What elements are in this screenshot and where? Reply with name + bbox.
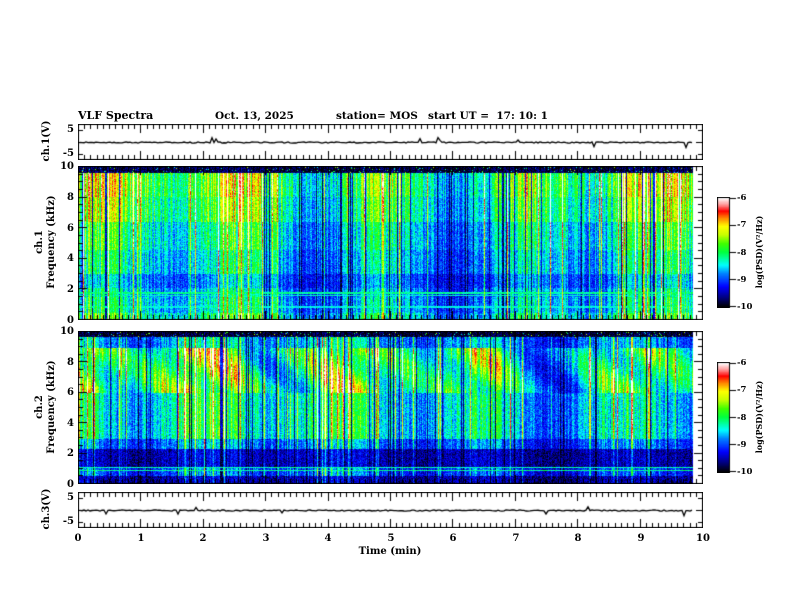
start-ut-label: start UT = 17: 10: 1 — [428, 110, 548, 122]
spec1-freq-tick-4: 4 — [67, 253, 74, 264]
spec2-freq-tick-8: 8 — [67, 357, 74, 368]
spec1-freq-tick-2: 2 — [67, 284, 74, 295]
time-tick-3: 3 — [262, 533, 270, 544]
cbar1-axis-title: log(PSD)(V²/Hz) — [754, 215, 764, 289]
ch1-frequency-axis-title: ch.1 Frequency (kHz) — [34, 162, 58, 322]
ch3-volt-tick-neg5: -5 — [62, 516, 74, 527]
ch3-volt-tick-5: 5 — [67, 492, 74, 503]
ch1-volt-tick-5: 5 — [67, 124, 74, 135]
ch1-volt-tick-neg5: -5 — [62, 148, 74, 159]
ch1-axis-title-line2: Frequency (kHz) — [46, 195, 57, 289]
ch3-voltage-axis-title: ch.3(V) — [41, 488, 52, 530]
ch1-spectrogram-canvas — [78, 166, 703, 320]
ch2-spectrogram-canvas — [78, 331, 703, 484]
spec2-freq-tick-0: 0 — [67, 479, 74, 490]
spec2-freq-tick-4: 4 — [67, 418, 74, 429]
vlf-spectra-plot: VLF Spectra Oct. 13, 2025 station= MOS s… — [0, 0, 792, 612]
time-tick-0: 0 — [74, 533, 82, 544]
time-axis-title: Time (min) — [358, 546, 422, 557]
time-tick-5: 5 — [387, 533, 395, 544]
time-tick-9: 9 — [637, 533, 645, 544]
ch1-axis-title-line1: ch.1 — [34, 230, 45, 254]
ch3-voltage-strip-canvas — [78, 492, 703, 528]
time-tick-6: 6 — [449, 533, 457, 544]
time-tick-7: 7 — [512, 533, 520, 544]
station-label: station= MOS — [336, 110, 418, 122]
cbar2-axis-title: log(PSD)(V²/Hz) — [754, 380, 764, 454]
spec2-freq-tick-6: 6 — [67, 387, 74, 398]
plot-title: VLF Spectra — [78, 109, 154, 122]
date-label: Oct. 13, 2025 — [215, 110, 294, 122]
time-tick-10: 10 — [696, 533, 710, 544]
time-tick-4: 4 — [324, 533, 332, 544]
spec1-freq-tick-8: 8 — [67, 192, 74, 203]
spec2-freq-tick-2: 2 — [67, 448, 74, 459]
time-tick-8: 8 — [574, 533, 582, 544]
ch1-voltage-strip-canvas — [78, 124, 703, 160]
spec1-freq-tick-6: 6 — [67, 223, 74, 234]
spec1-freq-tick-10: 10 — [60, 161, 74, 172]
time-tick-1: 1 — [137, 533, 145, 544]
spec1-freq-tick-0: 0 — [67, 315, 74, 326]
spec2-freq-tick-10: 10 — [60, 326, 74, 337]
time-tick-2: 2 — [199, 533, 207, 544]
